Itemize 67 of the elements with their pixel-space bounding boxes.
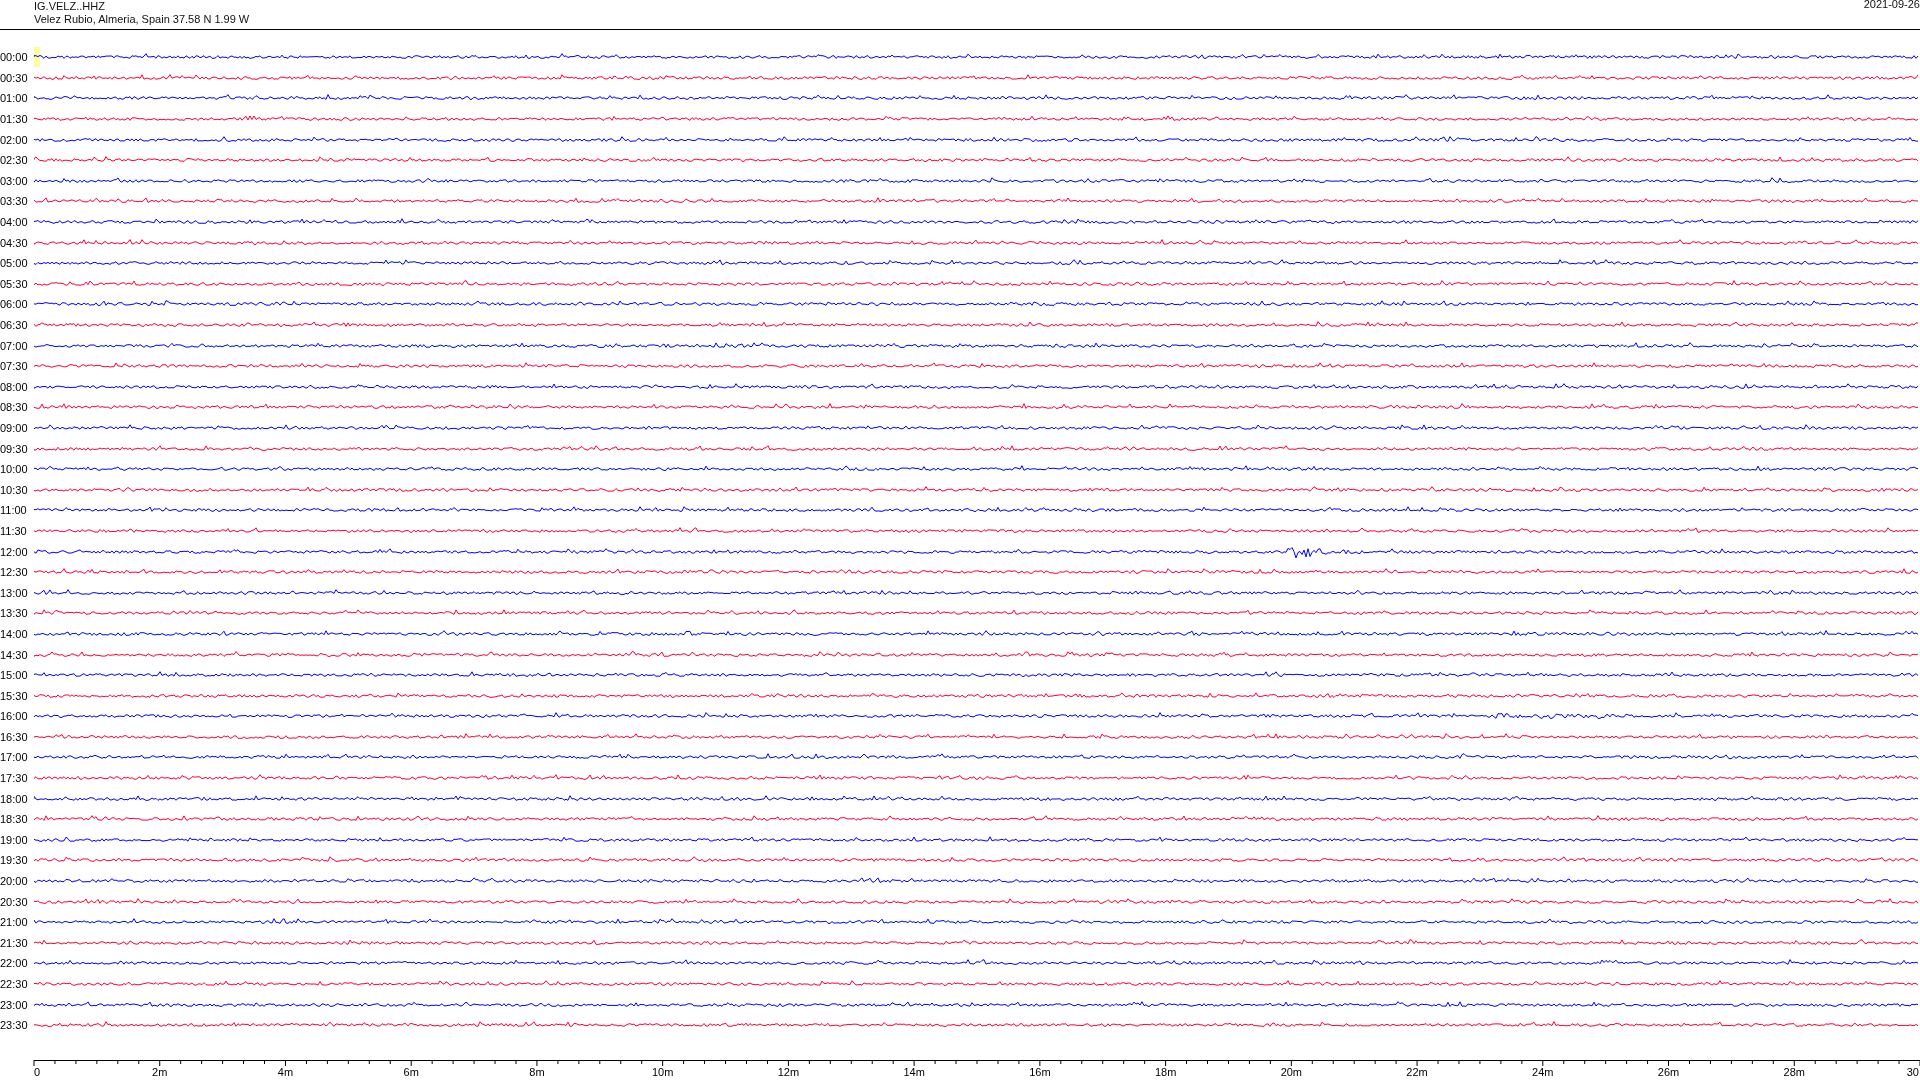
time-label: 23:30 (0, 1019, 29, 1032)
axis-tick-label: 4m (277, 1066, 294, 1078)
time-label: 11:00 (0, 504, 28, 517)
axis-tick-label: 6m (403, 1066, 419, 1078)
time-label: 18:00 (0, 792, 29, 805)
time-label: 14:30 (0, 648, 29, 661)
axis-tick-label: 2m (152, 1066, 168, 1078)
time-label: 13:00 (0, 586, 29, 599)
axis-tick-label: 24m (1532, 1066, 1554, 1078)
axis-tick-label: 26m (1657, 1066, 1680, 1078)
time-label: 17:00 (0, 751, 29, 764)
time-label: 15:00 (0, 669, 29, 682)
plot-date: 2021-09-26 (1863, 0, 1920, 12)
time-label: 00:00 (0, 51, 29, 64)
time-label: 07:30 (0, 360, 29, 373)
time-label: 12:00 (0, 545, 29, 558)
time-label: 03:00 (0, 174, 29, 187)
time-label: 22:30 (0, 978, 29, 990)
time-label: 13:30 (0, 607, 29, 620)
time-label: 17:30 (0, 772, 29, 785)
axis-tick-label: 12m (777, 1066, 800, 1078)
time-label: 18:30 (0, 813, 29, 826)
time-label: 06:00 (0, 298, 29, 311)
time-label: 10:30 (0, 483, 29, 496)
station-location: Velez Rubio, Almeria, Spain 37.58 N 1.99 W (34, 13, 250, 26)
axis-tick-label: 22m (1406, 1066, 1428, 1078)
axis-tick-label: 18m (1154, 1066, 1177, 1078)
time-label: 01:30 (0, 113, 29, 126)
time-label: 11:30 (0, 524, 28, 537)
axis-tick-label: 8m (529, 1066, 545, 1078)
time-label: 10:00 (0, 463, 29, 476)
time-label: 16:30 (0, 730, 29, 743)
time-label: 15:30 (0, 689, 29, 702)
axis-tick-label: 20m (1280, 1066, 1303, 1078)
axis-tick-label: 10m (651, 1066, 674, 1078)
time-label: 09:30 (0, 442, 29, 455)
axis-tick-label: 30 (1906, 1066, 1919, 1078)
time-label: 04:00 (0, 216, 29, 229)
time-label: 14:00 (0, 627, 29, 640)
time-label: 03:30 (0, 195, 29, 208)
time-label: 12:30 (0, 566, 29, 579)
time-label: 21:00 (0, 916, 29, 929)
time-label: 19:30 (0, 854, 29, 867)
time-label: 06:30 (0, 319, 29, 331)
time-label: 05:30 (0, 277, 29, 290)
time-label: 00:30 (0, 71, 29, 84)
axis-tick-label: 28m (1783, 1066, 1805, 1078)
time-label: 02:00 (0, 133, 29, 146)
time-label: 22:00 (0, 957, 29, 970)
time-label: 02:30 (0, 154, 29, 167)
station-code: IG.VELZ..HHZ (34, 0, 106, 13)
time-label: 23:00 (0, 998, 29, 1011)
time-label: 05:00 (0, 257, 29, 270)
time-label: 08:00 (0, 380, 29, 393)
axis-tick-label: 0 (34, 1066, 41, 1078)
time-label: 21:30 (0, 936, 29, 949)
time-label: 07:00 (0, 339, 29, 352)
axis-tick-label: 16m (1029, 1066, 1051, 1078)
time-label: 20:00 (0, 875, 29, 888)
time-label: 08:30 (0, 401, 29, 414)
time-label: 20:30 (0, 895, 29, 908)
axis-tick-label: 14m (903, 1066, 925, 1078)
time-label: 09:00 (0, 422, 29, 434)
time-label: 19:00 (0, 833, 29, 846)
time-label: 16:00 (0, 710, 29, 723)
time-label: 01:00 (0, 92, 29, 105)
time-label: 04:30 (0, 236, 29, 249)
